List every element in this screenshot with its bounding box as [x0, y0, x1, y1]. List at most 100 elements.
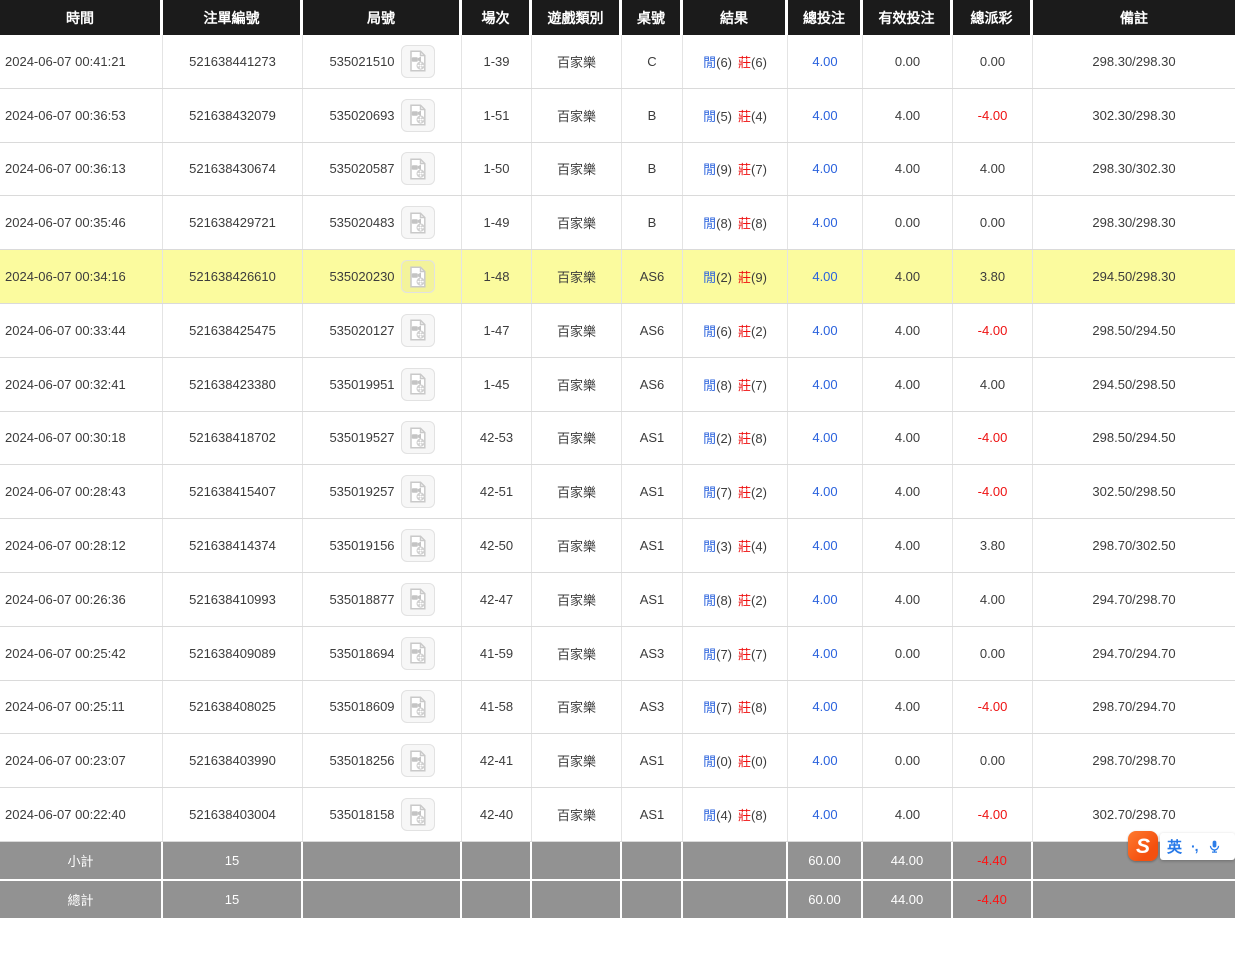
- table-row[interactable]: 2024-06-07 00:28:12 521638414374 5350191…: [0, 519, 1235, 573]
- video-file-icon: [406, 641, 430, 665]
- video-replay-button[interactable]: [401, 45, 435, 78]
- cell-game-type: 百家樂: [532, 788, 622, 841]
- video-replay-button[interactable]: [401, 368, 435, 401]
- round-number: 535019951: [329, 377, 394, 392]
- column-header-result: 結果: [683, 0, 788, 35]
- cell-remark: 294.50/298.50: [1033, 358, 1235, 411]
- video-replay-button[interactable]: [401, 99, 435, 132]
- ime-punctuation-button[interactable]: ·,: [1191, 838, 1198, 854]
- column-header-remark: 備註: [1033, 0, 1235, 35]
- cell-remark: 298.70/302.50: [1033, 519, 1235, 572]
- cell-round: 535020693: [303, 89, 462, 142]
- cell-result: 閒(8) 莊(8): [683, 196, 788, 249]
- cell-total-bet: 4.00: [788, 627, 863, 680]
- player-result: 閒(2): [703, 428, 732, 447]
- cell-time: 2024-06-07 00:32:41: [0, 358, 163, 411]
- round-number: 535018609: [329, 699, 394, 714]
- cell-remark: 294.50/298.30: [1033, 250, 1235, 303]
- cell-result: 閒(6) 莊(2): [683, 304, 788, 357]
- cell-remark: 302.30/298.30: [1033, 89, 1235, 142]
- table-row[interactable]: 2024-06-07 00:28:43 521638415407 5350192…: [0, 465, 1235, 519]
- table-body: 2024-06-07 00:41:21 521638441273 5350215…: [0, 35, 1235, 842]
- table-row[interactable]: 2024-06-07 00:34:16 521638426610 5350202…: [0, 250, 1235, 304]
- cell-table-no: AS6: [622, 304, 683, 357]
- cell-game-type: 百家樂: [532, 465, 622, 518]
- cell-result: 閒(6) 莊(6): [683, 35, 788, 88]
- video-replay-button[interactable]: [401, 421, 435, 454]
- cell-result: 閒(9) 莊(7): [683, 143, 788, 196]
- banker-score: (7): [751, 378, 767, 393]
- banker-score: (7): [751, 647, 767, 662]
- video-replay-button[interactable]: [401, 314, 435, 347]
- cell-time: 2024-06-07 00:34:16: [0, 250, 163, 303]
- cell-bet-id: 521638441273: [163, 35, 303, 88]
- banker-result: 莊(2): [738, 590, 767, 609]
- video-replay-button[interactable]: [401, 260, 435, 293]
- table-row[interactable]: 2024-06-07 00:26:36 521638410993 5350188…: [0, 573, 1235, 627]
- summary-count: 15: [163, 881, 303, 918]
- cell-total-bet: 4.00: [788, 35, 863, 88]
- banker-result: 莊(4): [738, 536, 767, 555]
- player-label: 閒: [703, 700, 716, 715]
- video-replay-button[interactable]: [401, 744, 435, 777]
- player-result: 閒(2): [703, 267, 732, 286]
- table-row[interactable]: 2024-06-07 00:36:13 521638430674 5350205…: [0, 143, 1235, 197]
- table-row[interactable]: 2024-06-07 00:35:46 521638429721 5350204…: [0, 196, 1235, 250]
- cell-valid-bet: 4.00: [863, 573, 953, 626]
- player-result: 閒(0): [703, 751, 732, 770]
- cell-remark: 298.50/294.50: [1033, 304, 1235, 357]
- cell-total-bet: 4.00: [788, 89, 863, 142]
- video-replay-button[interactable]: [401, 583, 435, 616]
- player-label: 閒: [703, 216, 716, 231]
- banker-label: 莊: [738, 55, 751, 70]
- cell-table-no: AS1: [622, 412, 683, 465]
- cell-session: 1-39: [462, 35, 532, 88]
- table-row[interactable]: 2024-06-07 00:36:53 521638432079 5350206…: [0, 89, 1235, 143]
- table-row[interactable]: 2024-06-07 00:30:18 521638418702 5350195…: [0, 412, 1235, 466]
- cell-time: 2024-06-07 00:33:44: [0, 304, 163, 357]
- video-replay-button[interactable]: [401, 206, 435, 239]
- video-replay-button[interactable]: [401, 529, 435, 562]
- video-replay-button[interactable]: [401, 475, 435, 508]
- cell-valid-bet: 4.00: [863, 250, 953, 303]
- banker-label: 莊: [738, 700, 751, 715]
- video-replay-button[interactable]: [401, 637, 435, 670]
- player-score: (0): [716, 754, 732, 769]
- cell-total-bet: 4.00: [788, 412, 863, 465]
- cell-time: 2024-06-07 00:22:40: [0, 788, 163, 841]
- video-replay-button[interactable]: [401, 690, 435, 723]
- cell-result: 閒(7) 莊(7): [683, 627, 788, 680]
- sogou-logo-icon[interactable]: S: [1128, 831, 1158, 861]
- video-file-icon: [406, 534, 430, 558]
- cell-round: 535019951: [303, 358, 462, 411]
- microphone-icon[interactable]: [1207, 838, 1222, 855]
- cell-round: 535018256: [303, 734, 462, 787]
- table-row[interactable]: 2024-06-07 00:22:40 521638403004 5350181…: [0, 788, 1235, 842]
- table-row[interactable]: 2024-06-07 00:25:11 521638408025 5350186…: [0, 681, 1235, 735]
- round-number: 535020693: [329, 108, 394, 123]
- cell-payout: 4.00: [953, 143, 1033, 196]
- cell-result: 閒(4) 莊(8): [683, 788, 788, 841]
- round-number: 535020127: [329, 323, 394, 338]
- video-replay-button[interactable]: [401, 152, 435, 185]
- cell-bet-id: 521638415407: [163, 465, 303, 518]
- cell-table-no: C: [622, 35, 683, 88]
- ime-status-bar: 英 ·,: [1160, 833, 1235, 860]
- banker-label: 莊: [738, 431, 751, 446]
- video-replay-button[interactable]: [401, 798, 435, 831]
- round-number: 535018158: [329, 807, 394, 822]
- table-row[interactable]: 2024-06-07 00:23:07 521638403990 5350182…: [0, 734, 1235, 788]
- cell-round: 535020127: [303, 304, 462, 357]
- table-row[interactable]: 2024-06-07 00:32:41 521638423380 5350199…: [0, 358, 1235, 412]
- player-score: (2): [716, 431, 732, 446]
- table-row[interactable]: 2024-06-07 00:41:21 521638441273 5350215…: [0, 35, 1235, 89]
- ime-language-mode-button[interactable]: 英: [1167, 836, 1182, 857]
- cell-valid-bet: 4.00: [863, 358, 953, 411]
- banker-result: 莊(2): [738, 321, 767, 340]
- cell-remark: 298.30/302.30: [1033, 143, 1235, 196]
- video-file-icon: [406, 587, 430, 611]
- cell-result: 閒(3) 莊(4): [683, 519, 788, 572]
- table-row[interactable]: 2024-06-07 00:33:44 521638425475 5350201…: [0, 304, 1235, 358]
- video-file-icon: [406, 318, 430, 342]
- table-row[interactable]: 2024-06-07 00:25:42 521638409089 5350186…: [0, 627, 1235, 681]
